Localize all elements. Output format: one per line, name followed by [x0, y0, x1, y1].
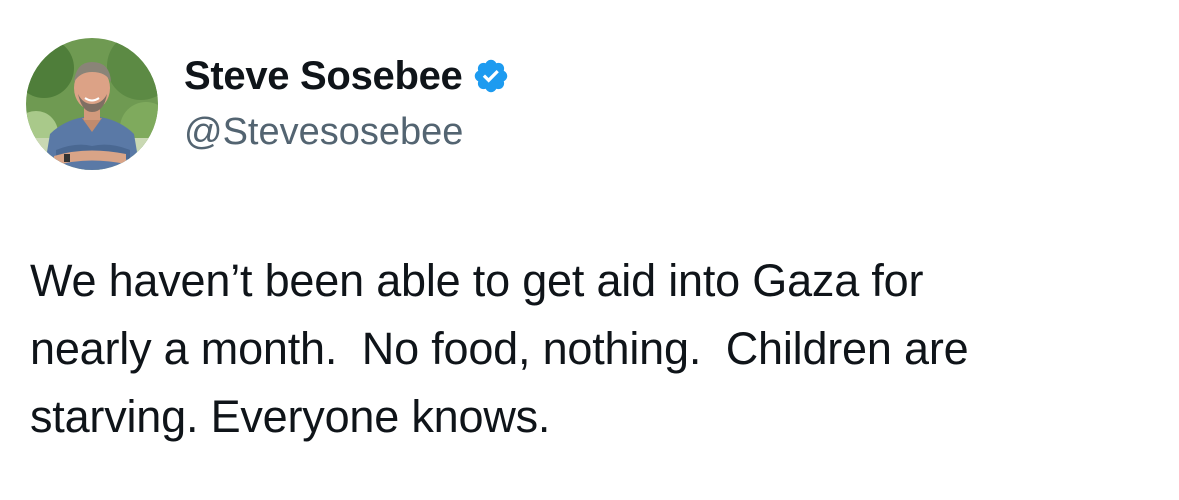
- author-display-name[interactable]: Steve Sosebee: [184, 52, 463, 100]
- tweet-text: We haven’t been able to get aid into Gaz…: [30, 255, 969, 442]
- tweet-header: Steve Sosebee @Stevesosebee: [26, 38, 510, 170]
- author-handle[interactable]: @Stevesosebee: [184, 108, 510, 156]
- author-name-row[interactable]: Steve Sosebee: [184, 52, 510, 100]
- verified-badge-icon: [472, 57, 510, 95]
- avatar[interactable]: [26, 38, 158, 170]
- tweet-card: Steve Sosebee @Stevesosebee We haven’t b…: [0, 0, 1179, 500]
- avatar-photo: [26, 38, 158, 170]
- author-names: Steve Sosebee @Stevesosebee: [184, 52, 510, 156]
